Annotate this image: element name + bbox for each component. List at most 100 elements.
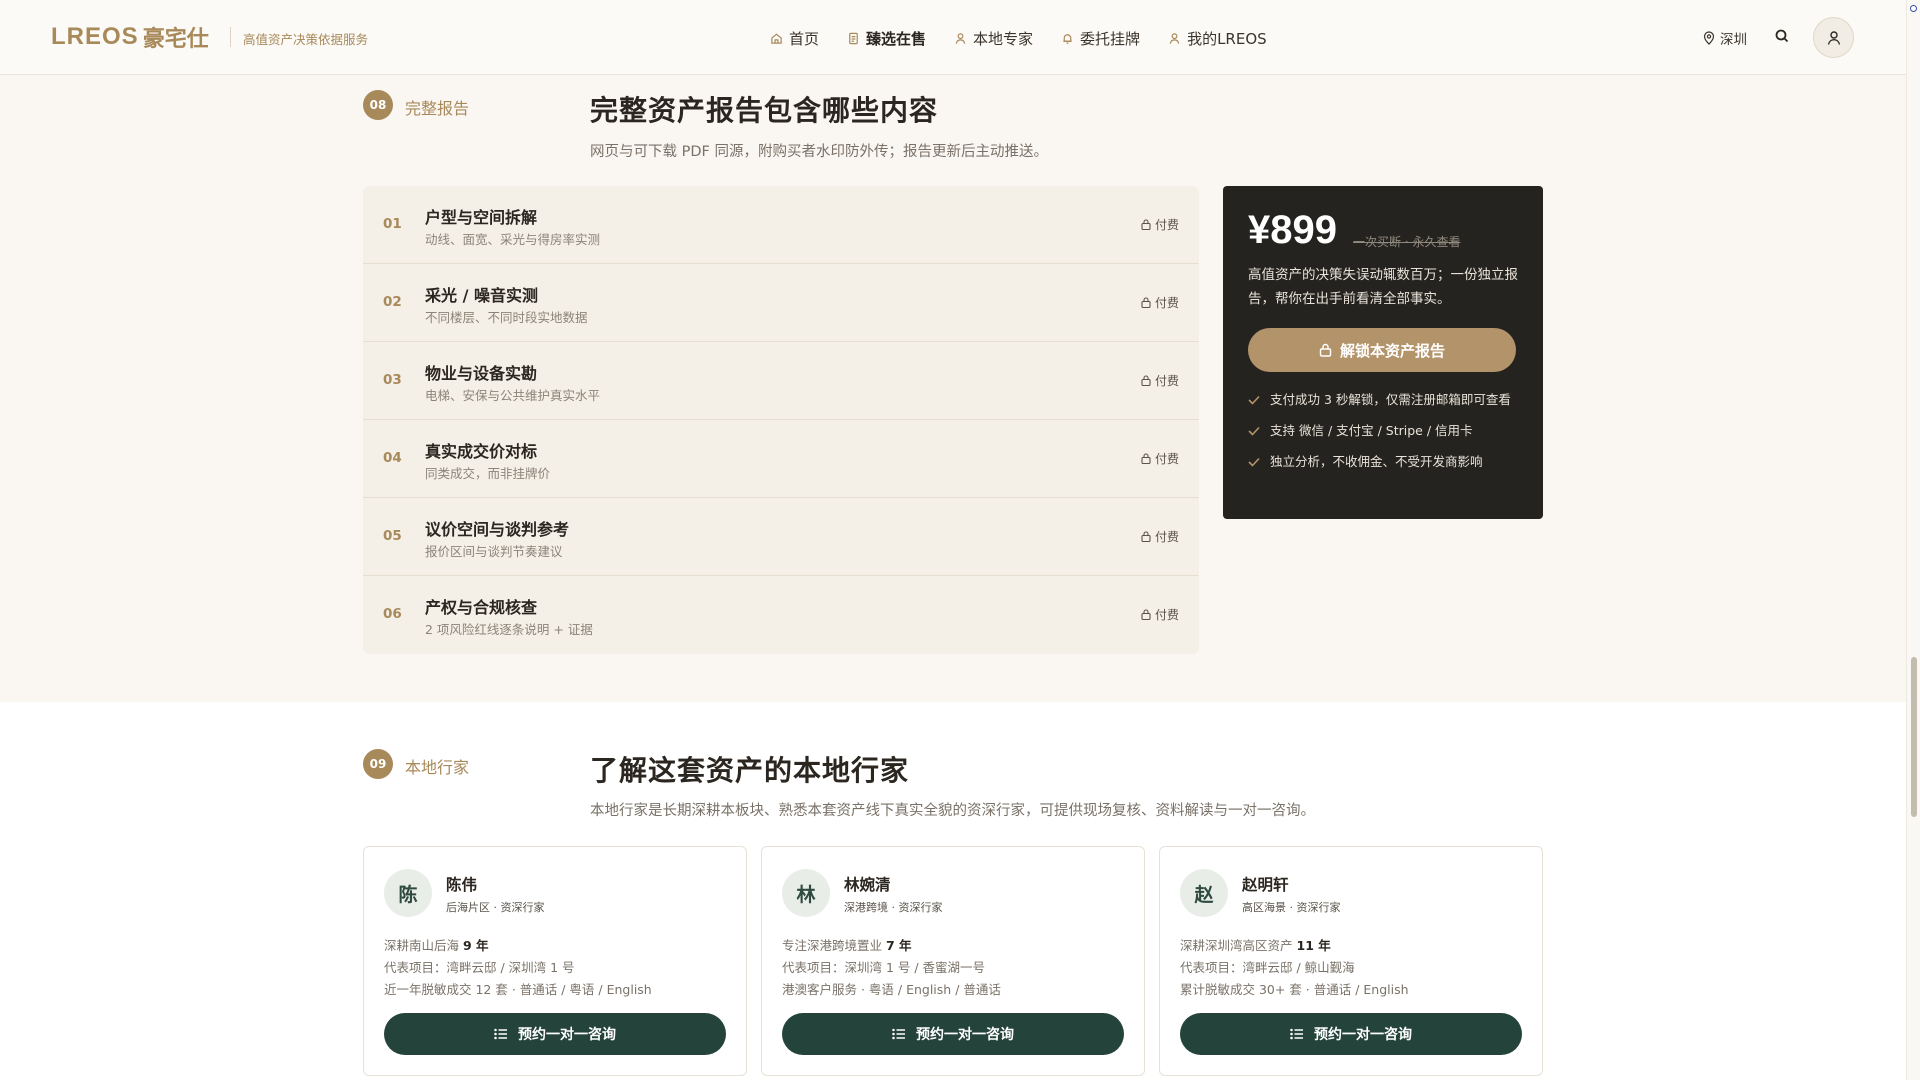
expert-stats: 累计脱敏成交 30+ 套 · 普通话 / English <box>1180 982 1409 997</box>
lock-icon <box>1141 453 1151 464</box>
item-title: 户型与空间拆解 <box>425 208 538 227</box>
expert-card: 林 林婉清 深港跨境 · 资深行家 专注深港跨境置业 7 年 代表项目：深圳湾 … <box>761 846 1145 1076</box>
item-number: 06 <box>383 606 402 622</box>
logo-divider <box>230 27 231 47</box>
lock-icon <box>1319 343 1332 357</box>
expert-experience: 深耕深圳湾高区资产 11 年 <box>1180 938 1331 953</box>
city-label: 深圳 <box>1720 32 1747 48</box>
lock-label: 付费 <box>1154 296 1179 310</box>
nav-item-home[interactable]: 首页 <box>770 28 819 49</box>
list-item[interactable]: 01 户型与空间拆解 动线、面宽、采光与得房率实测 付费 <box>363 186 1199 264</box>
perk-text: 支付成功 3 秒解锁，仅需注册邮箱即可查看 <box>1270 392 1511 407</box>
item-subtitle: 动线、面宽、采光与得房率实测 <box>425 232 601 247</box>
pricing-description: 高值资产的决策失误动辄数百万；一份独立报告，帮你在出手前看清全部事实。 <box>1248 267 1518 307</box>
item-subtitle: 电梯、安保与公共维护真实水平 <box>425 388 601 403</box>
book-consultation-button[interactable]: 预约一对一咨询 <box>1180 1013 1522 1055</box>
item-title: 采光 / 噪音实测 <box>425 286 538 305</box>
user-avatar-button[interactable] <box>1813 17 1854 58</box>
list-item[interactable]: 02 采光 / 噪音实测 不同楼层、不同时段实地数据 付费 <box>363 264 1199 342</box>
section-title: 完整资产报告包含哪些内容 <box>590 94 939 127</box>
section-number-badge: 08 <box>363 90 393 120</box>
check-icon <box>1248 395 1260 405</box>
expert-experience: 深耕南山后海 9 年 <box>384 938 489 953</box>
pricing-card: ¥899 一次买断 · 永久查看 高值资产的决策失误动辄数百万；一份独立报告，帮… <box>1223 186 1543 519</box>
paid-lock-badge: 付费 <box>1141 528 1179 545</box>
lock-icon <box>1141 609 1151 620</box>
list-item[interactable]: 05 议价空间与谈判参考 报价区间与谈判节奏建议 付费 <box>363 498 1199 576</box>
nav-item-label: 本地专家 <box>973 29 1034 48</box>
section-title: 了解这套资产的本地行家 <box>590 754 910 787</box>
item-subtitle: 报价区间与谈判节奏建议 <box>425 544 563 559</box>
item-subtitle: 2 项风险红线逐条说明 + 证据 <box>425 622 593 637</box>
nav-item-consign[interactable]: 委托挂牌 <box>1061 28 1140 49</box>
search-button[interactable] <box>1774 28 1792 46</box>
location-pin-icon <box>1703 31 1715 45</box>
paid-lock-badge: 付费 <box>1141 216 1179 233</box>
nav-item-my-account[interactable]: 我的LREOS <box>1168 28 1267 49</box>
expert-projects: 代表项目：湾畔云邸 / 深圳湾 1 号 <box>384 960 575 975</box>
paid-lock-badge: 付费 <box>1141 606 1179 623</box>
nav-item-label: 我的LREOS <box>1187 29 1267 48</box>
page-scrollbar[interactable] <box>1906 0 1920 1080</box>
paid-lock-badge: 付费 <box>1141 450 1179 467</box>
brand-tagline: 高值资产决策依据服务 <box>243 32 369 47</box>
book-consultation-button[interactable]: 预约一对一咨询 <box>782 1013 1124 1055</box>
item-subtitle: 同类成交，而非挂牌价 <box>425 466 551 481</box>
lock-label: 付费 <box>1154 374 1179 388</box>
expert-stats: 近一年脱敏成交 12 套 · 普通话 / 粤语 / English <box>384 982 652 997</box>
button-label: 预约一对一咨询 <box>916 1027 1014 1043</box>
expert-card: 赵 赵明轩 高区海景 · 资深行家 深耕深圳湾高区资产 11 年 代表项目：湾畔… <box>1159 846 1543 1076</box>
expert-name: 林婉清 <box>844 876 891 894</box>
lock-label: 付费 <box>1154 218 1179 232</box>
price-note: 一次买断 · 永久查看 <box>1353 235 1461 249</box>
expert-projects: 代表项目：湾畔云邸 / 鲸山觐海 <box>1180 960 1355 975</box>
price-value: ¥899 <box>1248 208 1337 252</box>
report-contents-list: 01 户型与空间拆解 动线、面宽、采光与得房率实测 付费 02 采光 / 噪音实… <box>363 186 1199 654</box>
status-indicator-icon <box>1910 5 1917 12</box>
list-item[interactable]: 06 产权与合规核查 2 项风险红线逐条说明 + 证据 付费 <box>363 576 1199 654</box>
section-tag: 本地行家 <box>405 758 470 777</box>
expert-experience: 专注深港跨境置业 7 年 <box>782 938 912 953</box>
unlock-button-label: 解锁本资产报告 <box>1339 341 1445 360</box>
logo-chinese-name: 豪宅仕 <box>142 27 209 52</box>
user-icon <box>1169 32 1180 44</box>
search-icon <box>1775 29 1789 43</box>
section-description: 本地行家是长期深耕本板块、熟悉本套资产线下真实全貌的资深行家，可提供现场复核、资… <box>590 803 1315 819</box>
home-icon <box>771 33 782 44</box>
perk-item: 支持 微信 / 支付宝 / Stripe / 信用卡 <box>1248 421 1523 441</box>
scrollbar-thumb[interactable] <box>1911 657 1917 817</box>
nav-item-listings[interactable]: 臻选在售 <box>847 28 926 49</box>
lock-label: 付费 <box>1154 530 1179 544</box>
list-item[interactable]: 04 真实成交价对标 同类成交，而非挂牌价 付费 <box>363 420 1199 498</box>
document-icon <box>849 32 858 44</box>
list-item[interactable]: 03 物业与设备实勘 电梯、安保与公共维护真实水平 付费 <box>363 342 1199 420</box>
book-consultation-button[interactable]: 预约一对一咨询 <box>384 1013 726 1055</box>
unlock-report-button[interactable]: 解锁本资产报告 <box>1248 328 1516 372</box>
city-selector[interactable]: 深圳 <box>1703 28 1747 48</box>
expert-stats: 港澳客户服务 · 粤语 / English / 普通话 <box>782 982 1001 997</box>
lock-icon <box>1141 297 1151 308</box>
button-label: 预约一对一咨询 <box>1314 1027 1412 1043</box>
item-number: 05 <box>383 528 402 544</box>
lock-icon <box>1141 531 1151 542</box>
expert-avatar: 赵 <box>1180 869 1228 917</box>
expert-avatar: 陈 <box>384 869 432 917</box>
expert-role: 高区海景 · 资深行家 <box>1242 901 1341 914</box>
list-icon <box>494 1028 507 1040</box>
perk-item: 独立分析，不收佣金、不受开发商影响 <box>1248 452 1523 472</box>
perk-item: 支付成功 3 秒解锁，仅需注册邮箱即可查看 <box>1248 390 1523 410</box>
check-icon <box>1248 426 1260 436</box>
brand-logo[interactable]: LREOS 豪宅仕 <box>51 22 209 52</box>
lock-label: 付费 <box>1154 452 1179 466</box>
section-tag: 完整报告 <box>405 99 470 118</box>
item-subtitle: 不同楼层、不同时段实地数据 <box>425 310 588 325</box>
item-title: 物业与设备实勘 <box>425 364 538 383</box>
expert-role: 深港跨境 · 资深行家 <box>844 901 943 914</box>
nav-item-experts[interactable]: 本地专家 <box>954 28 1033 49</box>
item-title: 真实成交价对标 <box>425 442 538 461</box>
nav-item-label: 首页 <box>789 29 820 48</box>
button-label: 预约一对一咨询 <box>518 1027 616 1043</box>
paid-lock-badge: 付费 <box>1141 372 1179 389</box>
expert-role: 后海片区 · 资深行家 <box>446 901 545 914</box>
bell-icon <box>1063 33 1072 44</box>
